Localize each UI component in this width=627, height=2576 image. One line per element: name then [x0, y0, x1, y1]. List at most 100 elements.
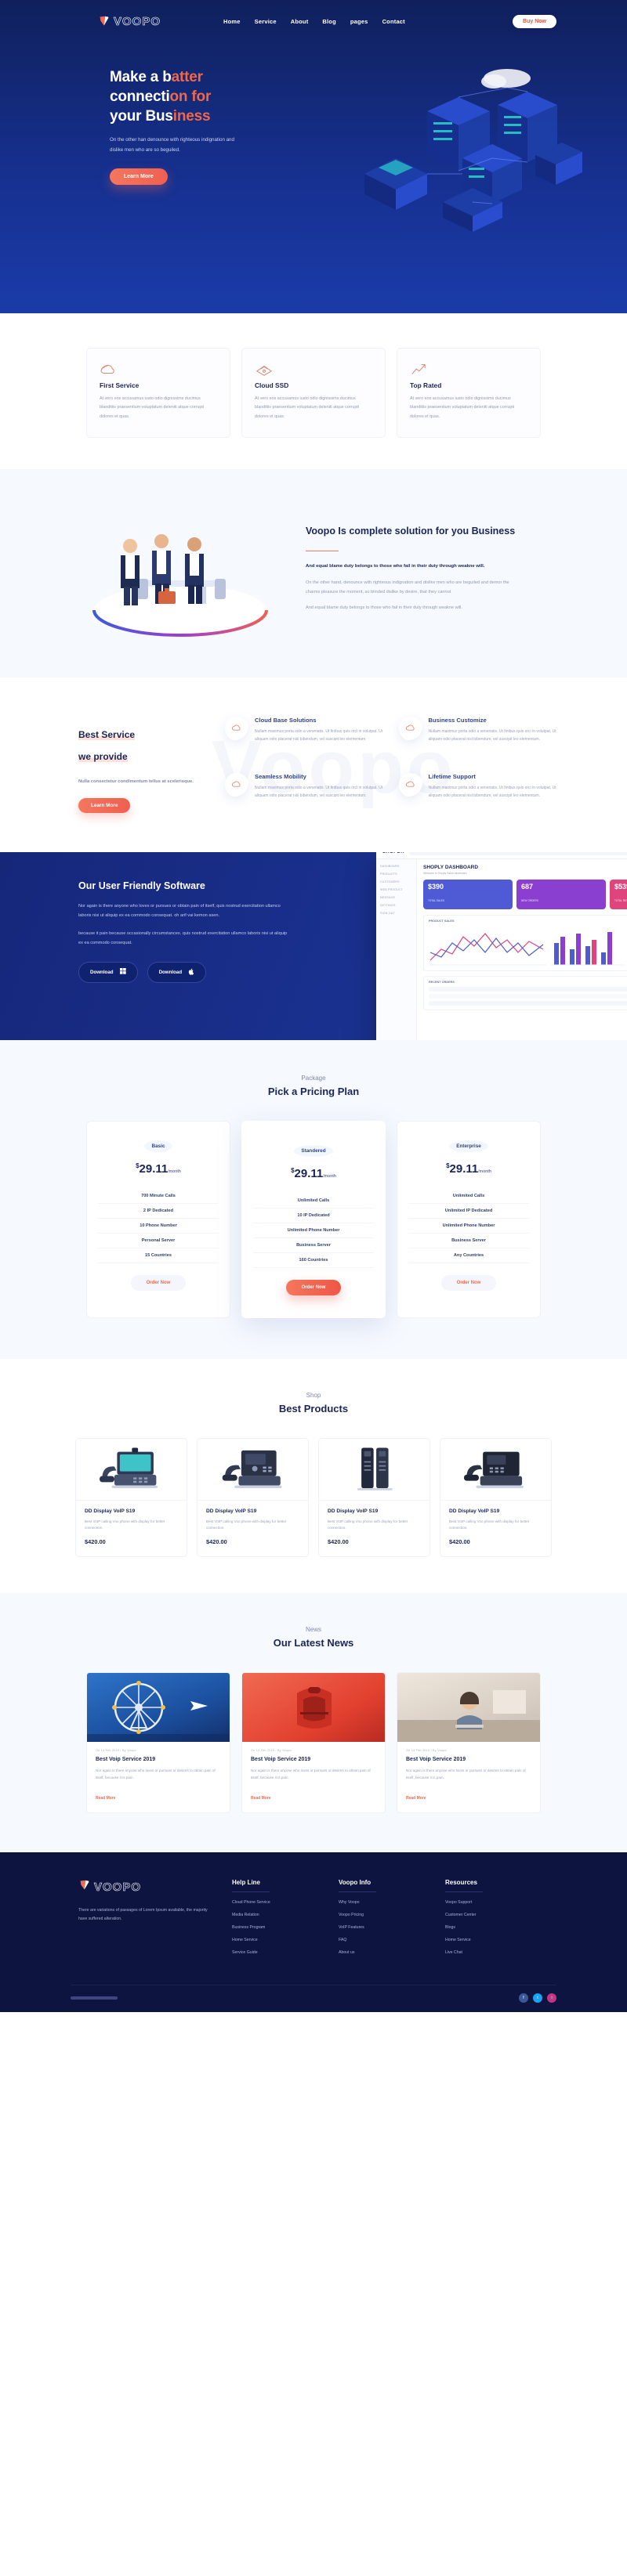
order-now-button[interactable]: Order Now: [440, 1274, 497, 1291]
nav-item-service[interactable]: Service: [255, 18, 277, 25]
footer-link[interactable]: Live Chat: [445, 1950, 531, 1955]
price-period: /month: [323, 1173, 336, 1179]
plan-name: Enterprise: [449, 1140, 488, 1152]
read-more-link[interactable]: Read More: [96, 1796, 116, 1801]
read-more-link[interactable]: Read More: [406, 1796, 426, 1801]
logo[interactable]: VOOPO: [98, 14, 192, 28]
feature-item[interactable]: Lifetime Support Nullam maximus porta od…: [398, 773, 557, 812]
feature-text: Nullam maximus porta odin a venenatis. U…: [255, 729, 383, 742]
footer-link[interactable]: VoIP Features: [339, 1925, 425, 1930]
footer-link[interactable]: Customer Center: [445, 1913, 531, 1917]
feature-text: Nullam maximus porta odio a venenatis. U…: [428, 729, 556, 742]
download-windows-button[interactable]: Download: [78, 961, 138, 983]
product-price: $420.00: [449, 1538, 470, 1546]
order-now-button[interactable]: Order Now: [285, 1279, 342, 1295]
dashboard-main: SHOPLY DASHBOARD Welcome to Shoply Sales…: [417, 859, 627, 1040]
pricing-card-standered[interactable]: Standered $29.11/month Unlimited Calls 1…: [241, 1120, 386, 1318]
news-card[interactable]: On 14 Feb 2019 / By Voopo Best Voip Serv…: [86, 1672, 230, 1813]
hero-text-block: Make a batter connection for your Busine…: [110, 67, 274, 186]
best-learn-more-button[interactable]: Learn More: [78, 797, 131, 813]
feature-title: Lifetime Support: [428, 773, 476, 781]
footer-bottom-bar: f t i: [71, 1984, 556, 2012]
solution-text: Voopo Is complete solution for you Busin…: [306, 522, 517, 620]
dashboard-menu-products[interactable]: PRODUCTS: [380, 873, 412, 876]
dashboard-menu-web-product[interactable]: WEB PRODUCT: [380, 888, 412, 891]
news-card[interactable]: On 14 Feb 2019 / By Voopo Best Voip Serv…: [397, 1672, 541, 1813]
news-card-text: Nor again is there anyone who loves or p…: [251, 1769, 371, 1780]
service-card-text: At vero eos accusamus iusto odio digniss…: [255, 396, 360, 419]
nav-item-blog[interactable]: Blog: [322, 18, 335, 25]
footer-link[interactable]: FAQ: [339, 1938, 425, 1942]
nav-item-home[interactable]: Home: [223, 18, 241, 25]
service-card[interactable]: First Service At vero eos accusamus iust…: [86, 348, 230, 439]
plan-name: Standered: [294, 1144, 333, 1157]
footer-link[interactable]: Business Program: [232, 1925, 318, 1930]
news-card[interactable]: On 14 Feb 2019 / By Voopo Best Voip Serv…: [241, 1672, 386, 1813]
plan-feature: Personal Server: [98, 1234, 219, 1248]
footer-link[interactable]: Cloud Phone Service: [232, 1900, 318, 1905]
hero-title-line3-plain: your Bus: [110, 108, 173, 125]
twitter-icon[interactable]: t: [533, 1993, 542, 2003]
facebook-icon[interactable]: f: [519, 1993, 528, 2003]
footer-logo[interactable]: VOOPO: [78, 1879, 212, 1896]
order-now-button[interactable]: Order Now: [130, 1274, 187, 1291]
nav-item-contact[interactable]: Contact: [382, 18, 405, 25]
pricing-eyebrow: Package: [301, 1074, 326, 1082]
dashboard-recent-orders-panel: RECENT ORDERS: [423, 975, 627, 1010]
solution-lead: And equal blame duty belongs to those wh…: [306, 564, 485, 569]
nav-item-pages[interactable]: pages: [350, 18, 368, 25]
pricing-card-basic[interactable]: Basic $29.11/month 700 Minute Calls 2 IP…: [86, 1120, 230, 1318]
footer-scroll-indicator[interactable]: [71, 1996, 118, 2000]
voopo-logo-icon: [78, 1879, 92, 1896]
dashboard-product-sales-panel: PRODUCT SALES: [423, 914, 627, 971]
instagram-icon[interactable]: i: [547, 1993, 556, 2003]
nav-item-about[interactable]: About: [291, 18, 309, 25]
cloud-outline-icon: [100, 364, 117, 381]
service-card[interactable]: Top Rated At vero eos accusamus iusto od…: [397, 348, 541, 439]
plan-price: $29.11/month: [408, 1162, 529, 1176]
dashboard-search-input[interactable]: [408, 851, 627, 855]
hero-title-line2-plain: connecti: [110, 89, 170, 106]
product-card[interactable]: DD Display VoIP S19 Best VoIP calling Vo…: [75, 1437, 187, 1558]
hero-title-line2-accent: on for: [169, 89, 212, 106]
footer-link[interactable]: Blogs: [445, 1925, 531, 1930]
footer-link[interactable]: Media Relation: [232, 1913, 318, 1917]
read-more-link[interactable]: Read More: [251, 1796, 271, 1801]
dashboard-menu-sign-out[interactable]: SIGN OUT: [380, 912, 412, 915]
products-title: Best Products: [278, 1402, 349, 1414]
feature-title: Business Customize: [428, 717, 487, 724]
footer-link[interactable]: Home Service: [445, 1938, 531, 1942]
dashboard-menu-settings[interactable]: SETTINGS: [380, 904, 412, 907]
hero-learn-more-button[interactable]: Learn More: [110, 168, 168, 186]
dashboard-menu-dashboard[interactable]: DASHBOARD: [380, 865, 412, 868]
best-heading-line2: we provide: [78, 751, 128, 763]
product-card[interactable]: DD Display VoIP S19 Best VoIP calling Vo…: [197, 1437, 309, 1558]
product-card[interactable]: DD Display VoIP S19 Best VoIP calling Vo…: [440, 1437, 552, 1558]
service-card[interactable]: Cloud SSD At vero eos accusamus iusto od…: [241, 348, 386, 439]
pricing-card-enterprise[interactable]: Enterprise $29.11/month Unlimited Calls …: [397, 1120, 541, 1318]
footer-link[interactable]: Voopo Pricing: [339, 1913, 425, 1917]
hero-title-line1-accent: atter: [171, 69, 203, 85]
footer-link[interactable]: Why Voopo: [339, 1900, 425, 1905]
footer-link[interactable]: Home Service: [232, 1938, 318, 1942]
best-heading-line1: Best Service: [78, 729, 136, 741]
red-backpack-photo: [242, 1673, 385, 1743]
dashboard-menu-message[interactable]: MESSAGE: [380, 896, 412, 899]
dashboard-menu-customers[interactable]: CUSTOMERS: [380, 880, 412, 883]
feature-item[interactable]: Seamless Mobility Nullam maximus porta o…: [225, 773, 383, 812]
product-desc: Best VoIP calling Voo phone with display…: [449, 1519, 530, 1530]
product-card[interactable]: DD Display VoIP S19 Best VoIP calling Vo…: [318, 1437, 430, 1558]
line-chart: [429, 932, 546, 966]
panel-title: RECENT ORDERS: [429, 980, 455, 984]
buy-now-button[interactable]: Buy Now: [513, 14, 556, 28]
news-eyebrow: News: [305, 1626, 321, 1634]
feature-item[interactable]: Cloud Base Solutions Nullam maximus port…: [225, 717, 383, 756]
feature-item[interactable]: Business Customize Nullam maximus porta …: [398, 717, 557, 756]
footer-link[interactable]: Voopo Support: [445, 1900, 531, 1905]
footer-link[interactable]: About us: [339, 1950, 425, 1955]
feature-text: Nullam maximus porta odio a venenatis. U…: [255, 786, 383, 799]
download-apple-button[interactable]: Download: [147, 961, 207, 983]
stat-label: TOTAL REVENUE: [614, 898, 627, 902]
footer-link[interactable]: Service Guide: [232, 1950, 318, 1955]
news-card-title: Best Voip Service 2019: [251, 1757, 311, 1763]
